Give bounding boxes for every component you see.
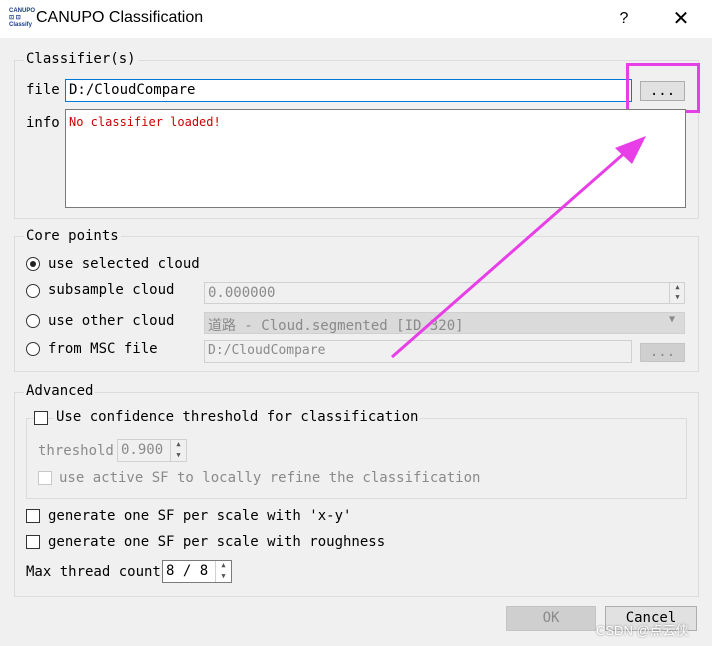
watermark: CSDN @点云侠: [596, 623, 689, 638]
annotation-arrow: [391, 136, 646, 359]
arrow-shaft: [391, 148, 629, 359]
arrow-head: [615, 136, 646, 164]
